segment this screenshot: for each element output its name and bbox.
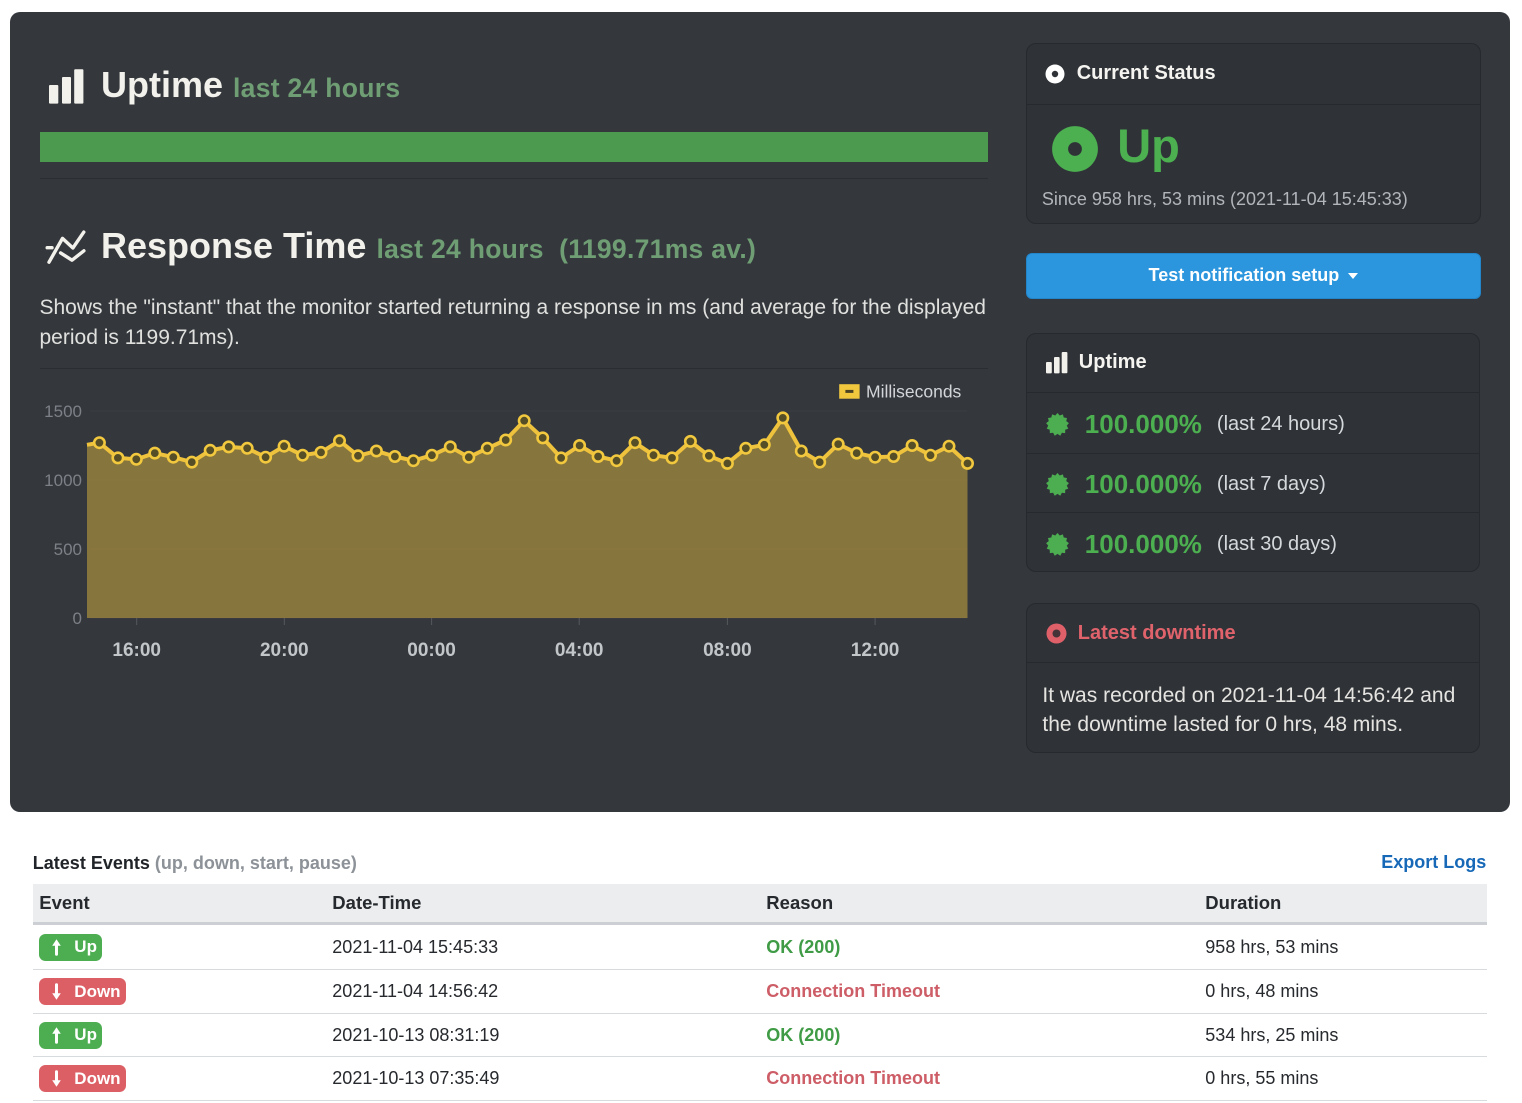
svg-text:1500: 1500 <box>44 402 82 421</box>
svg-text:12:00: 12:00 <box>851 640 900 661</box>
svg-text:08:00: 08:00 <box>703 640 752 661</box>
svg-text:16:00: 16:00 <box>112 640 161 661</box>
svg-text:1000: 1000 <box>44 471 82 490</box>
svg-text:500: 500 <box>54 540 82 559</box>
svg-text:Milliseconds: Milliseconds <box>866 382 962 402</box>
svg-text:0: 0 <box>73 609 82 628</box>
svg-text:00:00: 00:00 <box>407 640 456 661</box>
svg-text:04:00: 04:00 <box>555 640 604 661</box>
svg-text:20:00: 20:00 <box>260 640 309 661</box>
